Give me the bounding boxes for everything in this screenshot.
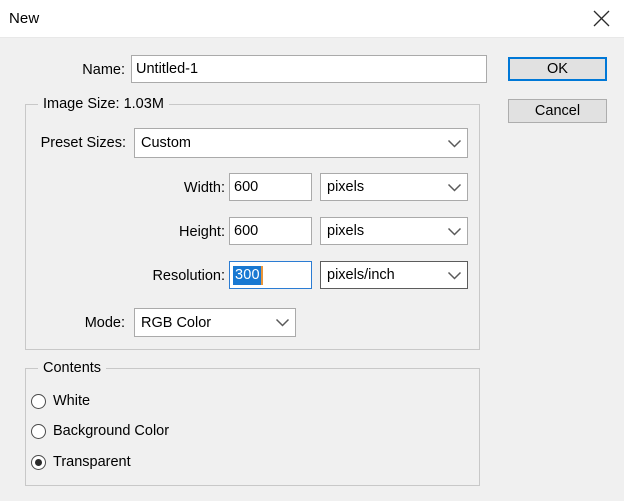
preset-sizes-value: Custom xyxy=(141,135,191,151)
mode-select[interactable]: RGB Color xyxy=(134,308,296,337)
title-bar: New xyxy=(0,0,624,38)
chevron-down-icon xyxy=(441,271,467,280)
height-unit-select[interactable]: pixels xyxy=(320,217,468,245)
width-label: Width: xyxy=(183,180,225,196)
radio-indicator xyxy=(31,423,46,439)
radio-label: Background Color xyxy=(53,423,170,439)
mode-label: Mode: xyxy=(84,315,125,331)
contents-legend: Contents xyxy=(38,360,107,376)
chevron-down-icon xyxy=(441,183,467,192)
resolution-label: Resolution: xyxy=(152,268,225,284)
resolution-input[interactable]: 300 xyxy=(229,261,312,289)
chevron-down-icon xyxy=(441,139,467,148)
cancel-button[interactable]: Cancel xyxy=(508,99,607,123)
chevron-down-icon xyxy=(269,318,295,327)
radio-label: White xyxy=(53,393,91,409)
close-button[interactable] xyxy=(578,0,624,37)
height-label: Height: xyxy=(179,224,225,240)
radio-background-color[interactable]: Background Color xyxy=(31,423,169,439)
width-input[interactable] xyxy=(229,173,312,201)
chevron-down-icon xyxy=(441,227,467,236)
radio-white[interactable]: White xyxy=(31,393,90,409)
height-input[interactable] xyxy=(229,217,312,245)
window-title: New xyxy=(9,10,40,27)
close-icon xyxy=(593,10,610,27)
name-input[interactable] xyxy=(131,55,487,83)
preset-sizes-label: Preset Sizes: xyxy=(40,135,126,151)
ok-button[interactable]: OK xyxy=(508,57,607,81)
preset-sizes-select[interactable]: Custom xyxy=(134,128,468,158)
width-unit-select[interactable]: pixels xyxy=(320,173,468,201)
image-size-legend: Image Size: 1.03M xyxy=(38,96,169,112)
text-caret xyxy=(260,265,263,285)
radio-transparent[interactable]: Transparent xyxy=(31,454,131,470)
height-unit-value: pixels xyxy=(327,223,365,239)
mode-value: RGB Color xyxy=(141,314,212,331)
radio-indicator xyxy=(31,454,46,470)
resolution-unit-value: pixels/inch xyxy=(327,267,395,283)
width-unit-value: pixels xyxy=(327,179,365,195)
radio-label: Transparent xyxy=(53,454,131,470)
resolution-value: 300 xyxy=(233,265,261,285)
radio-indicator xyxy=(31,393,46,409)
name-label: Name: xyxy=(82,62,125,78)
resolution-unit-select[interactable]: pixels/inch xyxy=(320,261,468,289)
